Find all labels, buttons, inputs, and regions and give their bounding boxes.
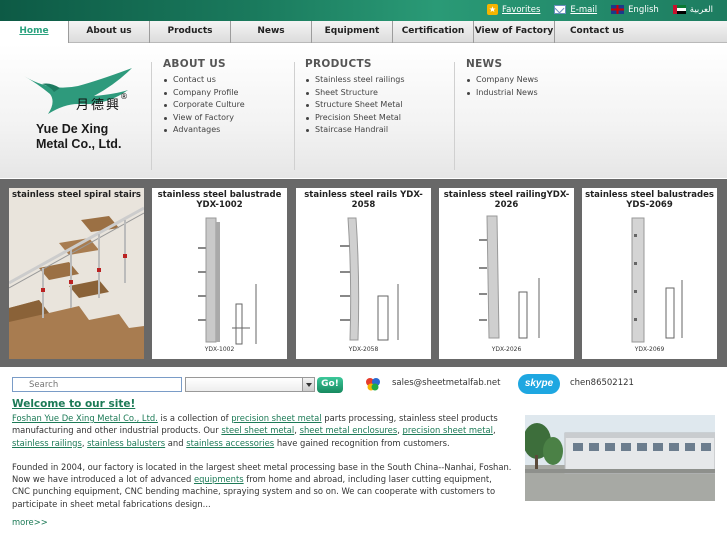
steel-sheet-metal-link[interactable]: steel sheet metal [221,425,294,435]
logo-chinese-text: 月德興 [76,98,122,113]
header: 月德興 ® Yue De Xing Metal Co., Ltd. ABOUT … [0,44,727,178]
text: , [492,425,496,436]
top-bar: ★ Favorites E-mail English العربية [0,0,727,22]
intro-text: Foshan Yue De Xing Metal Co., Ltd. is a … [12,412,512,522]
products-item-staircase-handrail[interactable]: Staircase Handrail [305,124,405,137]
product-title[interactable]: stainless steel railingYDX-2026 [439,190,574,210]
products-item-sheet-structure[interactable]: Sheet Structure [305,87,405,100]
products-menu: PRODUCTS Stainless steel railings Sheet … [305,58,405,137]
nav-home[interactable]: Home [0,21,69,43]
about-item-corporate-culture[interactable]: Corporate Culture [163,99,245,112]
divider [294,62,295,170]
product-card-spiral-stairs[interactable]: stainless steel spiral stairs [9,188,144,359]
products-heading[interactable]: PRODUCTS [305,58,405,70]
railing-image [479,215,540,339]
company-logo[interactable]: 月德興 ® Yue De Xing Metal Co., Ltd. [20,64,150,174]
arabic-link[interactable]: العربية [672,5,713,15]
nav-view-of-factory[interactable]: View of Factory [474,21,555,43]
product-card-ydx-2026[interactable]: stainless steel railingYDX-2026 YDX-2026 [439,188,574,359]
intro-paragraph-1: Foshan Yue De Xing Metal Co., Ltd. is a … [12,412,512,449]
text: and [165,437,187,448]
product-title[interactable]: stainless steel rails YDX-2058 [296,190,431,210]
text: have gained recognition from customers. [274,437,450,448]
about-us-heading[interactable]: ABOUT US [163,58,245,70]
skype-icon[interactable]: skype [518,374,560,394]
product-title[interactable]: stainless steel balustrade YDX-1002 [152,190,287,210]
about-us-menu: ABOUT US Contact us Company Profile Corp… [163,58,245,137]
spiral-stairs-image [9,188,144,359]
email-label[interactable]: E-mail [570,5,597,15]
nav-equipment[interactable]: Equipment [312,21,393,43]
product-caption: YDX-2069 [634,346,665,353]
envelope-icon [554,5,567,14]
balustrades-image [631,217,683,343]
search-row: Go! sales@sheetmetalfab.net skype chen86… [12,374,722,395]
chevron-down-icon[interactable] [302,378,314,391]
intro-paragraph-2: Founded in 2004, our factory is located … [12,461,512,510]
balustrade-image [198,217,257,345]
stainless-railings-link[interactable]: stainless railings [12,438,82,448]
top-links: ★ Favorites E-mail English العربية [487,4,713,15]
email-link[interactable]: E-mail [554,5,597,15]
welcome-heading[interactable]: Welcome to our site! [12,398,135,410]
divider [454,62,455,170]
main-nav: Home About us Products News Equipment Ce… [0,21,727,43]
category-select[interactable] [185,377,315,392]
search-input[interactable] [12,377,182,392]
uk-flag-icon [611,5,625,14]
products-item-structure-sheet-metal[interactable]: Structure Sheet Metal [305,99,405,112]
rails-image [340,217,399,341]
factory-photo [525,415,715,501]
product-title[interactable]: stainless steel balustrades YDS-2069 [582,190,717,210]
news-item-industrial-news[interactable]: Industrial News [466,87,538,100]
logo-line-2: Metal Co., Ltd. [36,137,122,151]
english-link[interactable]: English [611,5,659,15]
favorites-label[interactable]: Favorites [502,5,540,15]
nav-about-us[interactable]: About us [69,21,150,43]
nav-contact-us[interactable]: Contact us [555,21,639,43]
logo-line-1: Yue De Xing [36,122,109,136]
divider [151,62,152,170]
favorites-link[interactable]: ★ Favorites [487,4,540,15]
english-label[interactable]: English [628,5,659,15]
uae-flag-icon [672,5,686,14]
logo-company-name: Yue De Xing Metal Co., Ltd. [36,122,121,152]
about-item-view-of-factory[interactable]: View of Factory [163,112,245,125]
precision-sheet-metal-link[interactable]: precision sheet metal [231,413,321,423]
sales-email[interactable]: sales@sheetmetalfab.net [392,378,500,388]
stainless-balusters-link[interactable]: stainless balusters [87,438,165,448]
product-card-ydx-1002[interactable]: stainless steel balustrade YDX-1002 YDX-… [152,188,287,359]
equipments-link[interactable]: equipments [194,474,244,484]
product-gallery: stainless steel spiral stairs stainless … [0,179,727,367]
arabic-label[interactable]: العربية [690,5,713,15]
registered-mark: ® [120,92,128,101]
product-caption: YDX-2058 [348,346,379,353]
more-link[interactable]: more>> [12,517,48,527]
news-menu: NEWS Company News Industrial News [466,58,538,99]
products-item-railings[interactable]: Stainless steel railings [305,74,405,87]
product-caption: YDX-2026 [491,346,522,353]
precision-sheet-metal-link-2[interactable]: precision sheet metal [403,425,493,435]
about-item-advantages[interactable]: Advantages [163,124,245,137]
msn-butterfly-icon[interactable] [364,375,382,393]
star-icon: ★ [487,4,498,15]
products-item-precision-sheet-metal[interactable]: Precision Sheet Metal [305,112,405,125]
text: is a collection of [157,413,232,423]
skype-id[interactable]: chen86502121 [570,378,634,388]
product-title[interactable]: stainless steel spiral stairs [9,190,144,200]
nav-news[interactable]: News [231,21,312,43]
sheet-metal-enclosures-link[interactable]: sheet metal enclosures [300,425,398,435]
nav-products[interactable]: Products [150,21,231,43]
product-card-ydx-2058[interactable]: stainless steel rails YDX-2058 YDX-2058 [296,188,431,359]
company-link[interactable]: Foshan Yue De Xing Metal Co., Ltd. [12,413,158,423]
go-button[interactable]: Go! [317,377,343,393]
news-heading[interactable]: NEWS [466,58,538,70]
stainless-accessories-link[interactable]: stainless accessories [186,438,274,448]
nav-certification[interactable]: Certification [393,21,474,43]
product-card-ydx-2069[interactable]: stainless steel balustrades YDS-2069 YDX… [582,188,717,359]
about-item-company-profile[interactable]: Company Profile [163,87,245,100]
product-caption: YDX-1002 [204,346,235,353]
about-item-contact-us[interactable]: Contact us [163,74,245,87]
news-item-company-news[interactable]: Company News [466,74,538,87]
